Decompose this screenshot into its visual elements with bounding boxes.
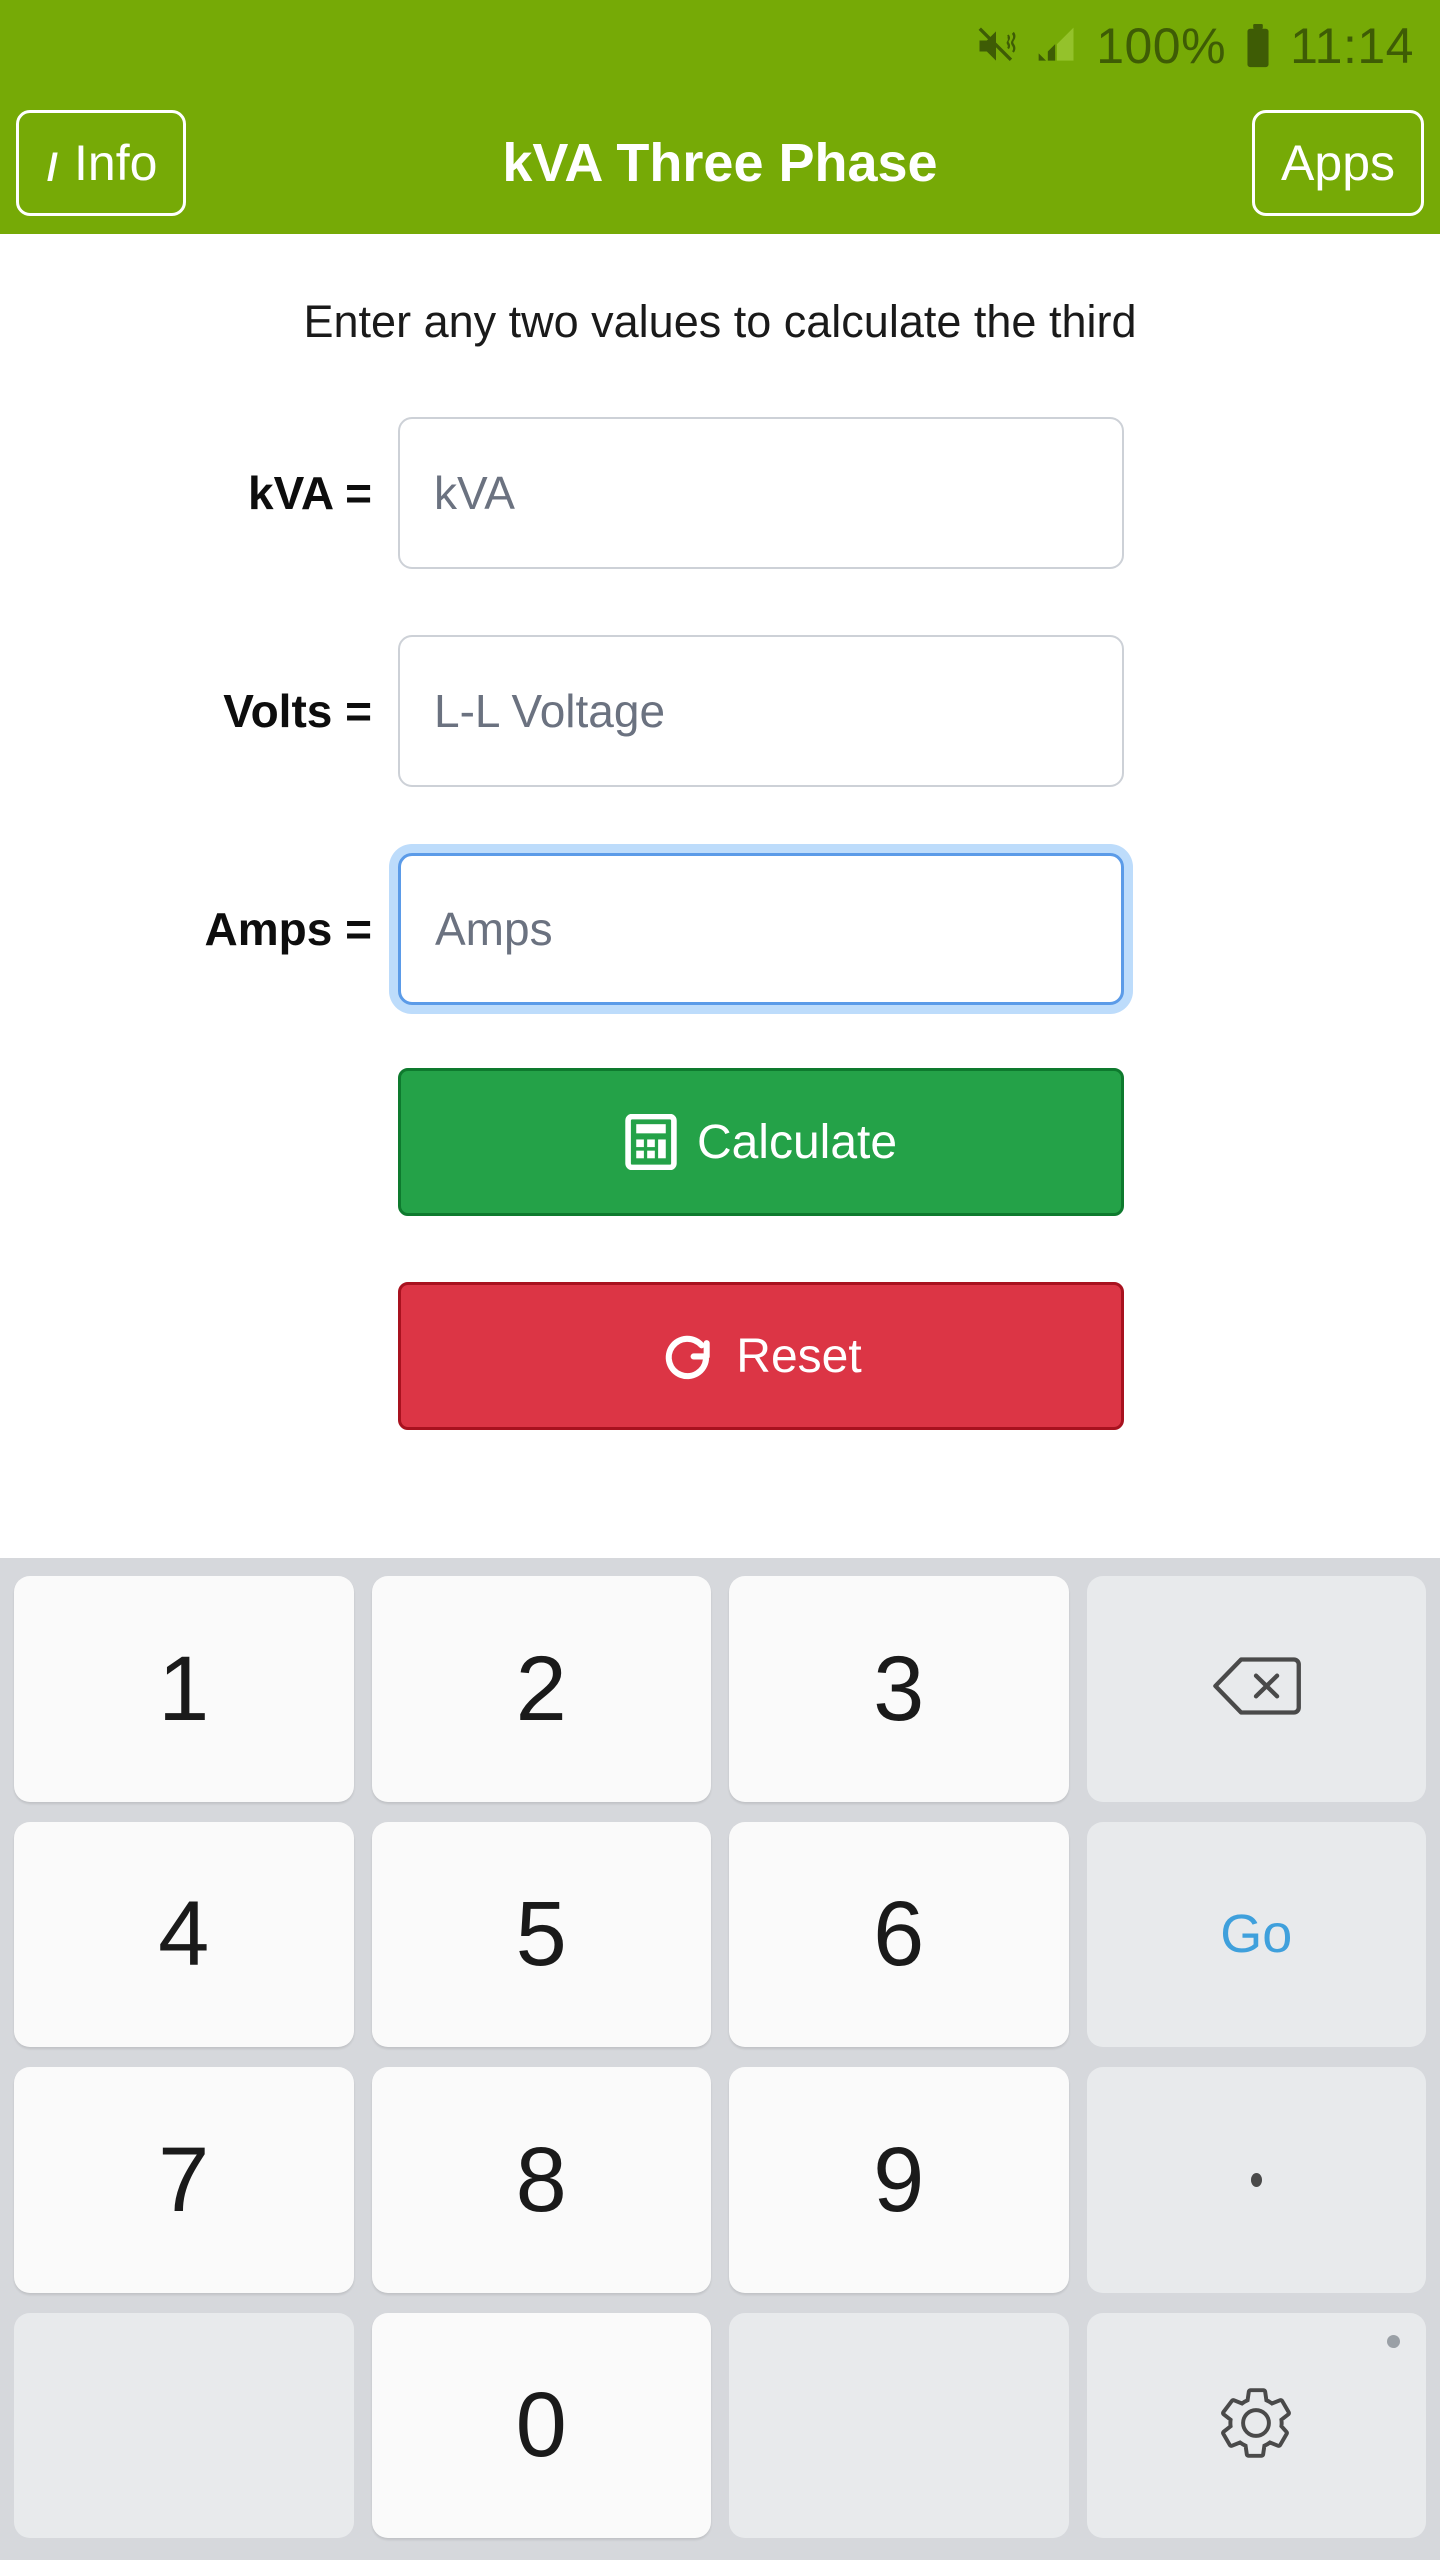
key-2[interactable]: 2 — [371, 1576, 711, 1802]
app-screen: 100% 11:14 ı Info kVA Three Phase Apps E… — [0, 0, 1440, 2560]
calculate-button-label: Calculate — [696, 1115, 898, 1169]
calculator-icon — [625, 1114, 677, 1170]
settings-badge-dot — [1387, 2334, 1400, 2348]
key-3[interactable]: 3 — [729, 1576, 1069, 1802]
instruction-text: Enter any two values to calculate the th… — [303, 296, 1137, 347]
key-label: 4 — [158, 1883, 210, 1986]
mute-vibrate-icon — [974, 24, 1018, 68]
key-label: 5 — [515, 1883, 567, 1986]
key-label: 3 — [873, 1637, 925, 1740]
calculate-button-wrap: Calculate — [0, 1068, 1440, 1282]
key-9[interactable]: 9 — [729, 2067, 1069, 2293]
key-label: 0 — [515, 2374, 567, 2477]
battery-percent-label: 100% — [1096, 18, 1227, 74]
calculate-button[interactable]: Calculate — [398, 1068, 1124, 1216]
page-title: kVA Three Phase — [502, 133, 938, 193]
key-6[interactable]: 6 — [729, 1821, 1069, 2047]
volts-label: Volts = — [223, 685, 372, 737]
key-label: Go — [1220, 1904, 1293, 1965]
field-row-volts: Volts = — [0, 632, 1440, 790]
amps-label: Amps = — [204, 903, 372, 955]
key-go[interactable]: Go — [1086, 1821, 1426, 2047]
key-1[interactable]: 1 — [14, 1576, 354, 1802]
info-italic-i-icon: ı — [45, 133, 61, 193]
keyboard-row: 0 — [14, 2312, 1426, 2538]
battery-full-icon — [1242, 23, 1274, 69]
key-0[interactable]: 0 — [371, 2312, 711, 2538]
apps-button[interactable]: Apps — [1252, 110, 1424, 216]
signal-bars-icon — [1034, 24, 1080, 68]
key-period[interactable] — [1086, 2067, 1426, 2293]
key-label: 2 — [515, 1637, 567, 1740]
period-glyph — [1250, 2172, 1262, 2187]
main-content: Enter any two values to calculate the th… — [0, 234, 1440, 1558]
keyboard-row: 4 5 6 Go — [14, 1821, 1426, 2047]
reset-button[interactable]: Reset — [398, 1282, 1124, 1430]
reset-button-label: Reset — [736, 1329, 862, 1383]
field-row-kva: kVA = — [0, 414, 1440, 572]
key-label: 6 — [873, 1883, 925, 1986]
reset-button-wrap: Reset — [0, 1282, 1440, 1430]
key-7[interactable]: 7 — [14, 2067, 354, 2293]
info-button-label: Info — [74, 135, 158, 191]
key-backspace[interactable] — [1086, 1576, 1426, 1802]
key-blank-left[interactable] — [14, 2312, 354, 2538]
key-label: 9 — [873, 2128, 925, 2231]
key-settings[interactable] — [1086, 2312, 1426, 2538]
amps-input[interactable] — [398, 853, 1124, 1005]
clock-label: 11:14 — [1290, 18, 1414, 74]
status-bar: 100% 11:14 — [0, 0, 1440, 92]
app-header: ı Info kVA Three Phase Apps — [0, 92, 1440, 234]
apps-button-label: Apps — [1281, 135, 1395, 191]
backspace-icon — [1210, 1655, 1302, 1722]
key-blank-right[interactable] — [729, 2312, 1069, 2538]
field-row-amps: Amps = — [0, 850, 1440, 1008]
keyboard-row: 1 2 3 — [14, 1576, 1426, 1802]
kva-label: kVA = — [247, 467, 372, 519]
keyboard-row: 7 8 9 — [14, 2067, 1426, 2293]
key-label: 1 — [158, 1637, 210, 1740]
refresh-clockwise-icon — [660, 1327, 716, 1385]
key-8[interactable]: 8 — [371, 2067, 711, 2293]
info-button[interactable]: ı Info — [16, 110, 187, 216]
kva-input[interactable] — [398, 417, 1124, 569]
gear-icon — [1213, 2380, 1299, 2471]
numeric-keyboard: 1 2 3 4 5 6 Go 7 8 9 0 — [0, 1558, 1440, 2560]
key-4[interactable]: 4 — [14, 1821, 354, 2047]
key-5[interactable]: 5 — [371, 1821, 711, 2047]
key-label: 8 — [515, 2128, 567, 2231]
key-label: 7 — [158, 2128, 210, 2231]
volts-input[interactable] — [398, 635, 1124, 787]
